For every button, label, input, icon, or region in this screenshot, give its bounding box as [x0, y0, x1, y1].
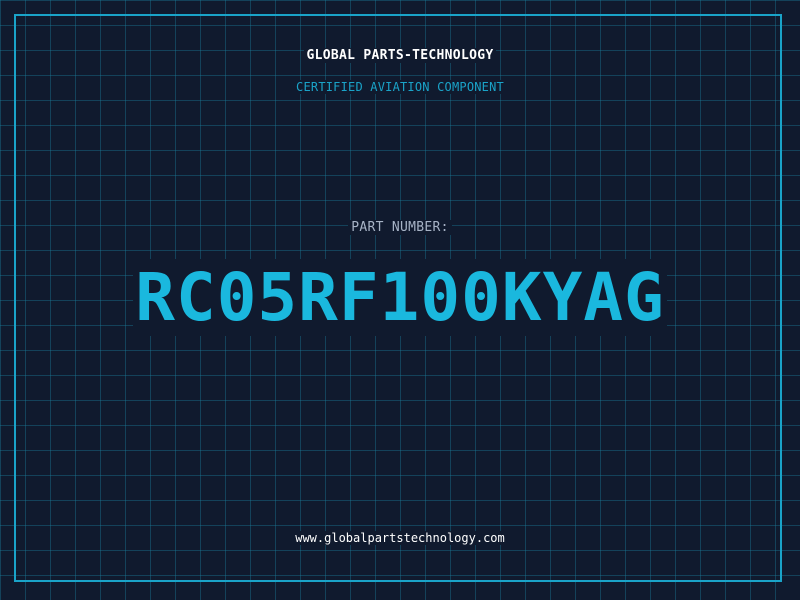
part-number-label: PART NUMBER:: [0, 220, 800, 235]
certificate-canvas: GLOBAL PARTS-TECHNOLOGY CERTIFIED AVIATI…: [0, 0, 800, 600]
company-name: GLOBAL PARTS-TECHNOLOGY: [0, 48, 800, 63]
website-url: www.globalpartstechnology.com: [0, 531, 800, 545]
part-number-value: RC05RF100KYAG: [0, 258, 800, 338]
certification-subtitle-text: CERTIFIED AVIATION COMPONENT: [293, 80, 507, 94]
company-name-text: GLOBAL PARTS-TECHNOLOGY: [303, 48, 497, 63]
part-number-label-text: PART NUMBER:: [348, 220, 452, 235]
certification-subtitle: CERTIFIED AVIATION COMPONENT: [0, 80, 800, 94]
part-number-value-text: RC05RF100KYAG: [133, 259, 667, 336]
website-url-text: www.globalpartstechnology.com: [292, 531, 508, 545]
